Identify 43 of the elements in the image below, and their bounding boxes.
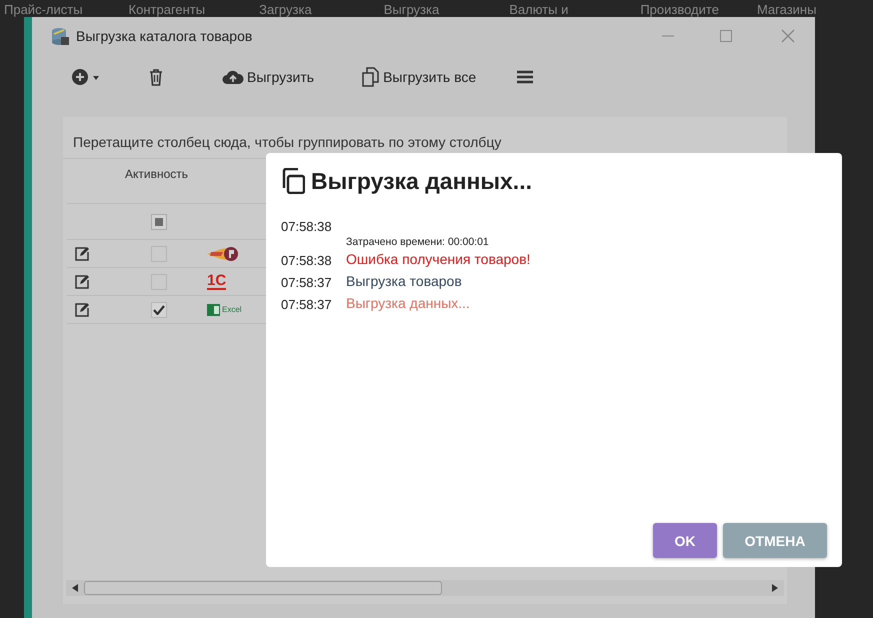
- select-all-checkbox[interactable]: [151, 214, 167, 230]
- menu-item[interactable]: Магазины: [756, 3, 816, 17]
- log-time: 07:58:37: [281, 296, 333, 312]
- menu-icon[interactable]: [516, 69, 534, 85]
- copy-icon: [362, 67, 380, 87]
- log-time: 07:58:37: [281, 274, 333, 290]
- ok-button[interactable]: OK: [653, 523, 717, 558]
- edit-icon[interactable]: [74, 274, 90, 290]
- column-header[interactable]: Активность: [125, 159, 188, 181]
- menu-item[interactable]: Валюты и: [509, 3, 568, 17]
- menu-item[interactable]: Выгрузка: [384, 3, 440, 17]
- log-message: Выгрузка данных...: [346, 295, 470, 311]
- spreadsheet-icon: [207, 304, 220, 316]
- copy-icon: [281, 168, 305, 194]
- edit-icon[interactable]: [74, 302, 90, 318]
- window-title: Выгрузка каталога товаров: [76, 28, 252, 44]
- scroll-right-icon[interactable]: [772, 584, 778, 592]
- menu-item[interactable]: Производите: [640, 3, 719, 17]
- scroll-thumb[interactable]: [84, 581, 442, 595]
- checkbox[interactable]: [151, 302, 167, 318]
- log-message: Ошибка получения товаров!: [346, 251, 530, 267]
- scroll-left-icon[interactable]: [72, 584, 78, 592]
- rocket-logo-icon: [207, 246, 239, 262]
- upload-all-button[interactable]: Выгрузить все: [362, 67, 476, 87]
- trash-icon[interactable]: [148, 68, 164, 86]
- log-time: 07:58:38: [281, 252, 333, 268]
- brand-label: Excel: [222, 305, 242, 314]
- cancel-button[interactable]: ОТМЕНА: [723, 523, 827, 558]
- dialog-title: Выгрузка данных...: [311, 168, 532, 194]
- check-icon: [153, 304, 165, 314]
- log-time: 07:58:38: [281, 218, 333, 234]
- menu-item[interactable]: Загрузка: [259, 3, 312, 17]
- database-icon: [50, 26, 70, 46]
- log-message: Затрачено времени: 00:00:01: [346, 235, 489, 248]
- horizontal-scrollbar[interactable]: [66, 580, 784, 596]
- log-message: Выгрузка товаров: [346, 273, 462, 289]
- menu-item[interactable]: Прайс-листы: [4, 3, 83, 17]
- edit-icon[interactable]: [74, 246, 90, 262]
- menu-item[interactable]: Контрагенты: [128, 3, 206, 17]
- upload-button[interactable]: Выгрузить: [222, 69, 314, 85]
- brand-logo: 1С: [207, 274, 226, 290]
- add-icon[interactable]: [72, 69, 100, 85]
- cloud-upload-icon: [222, 69, 244, 85]
